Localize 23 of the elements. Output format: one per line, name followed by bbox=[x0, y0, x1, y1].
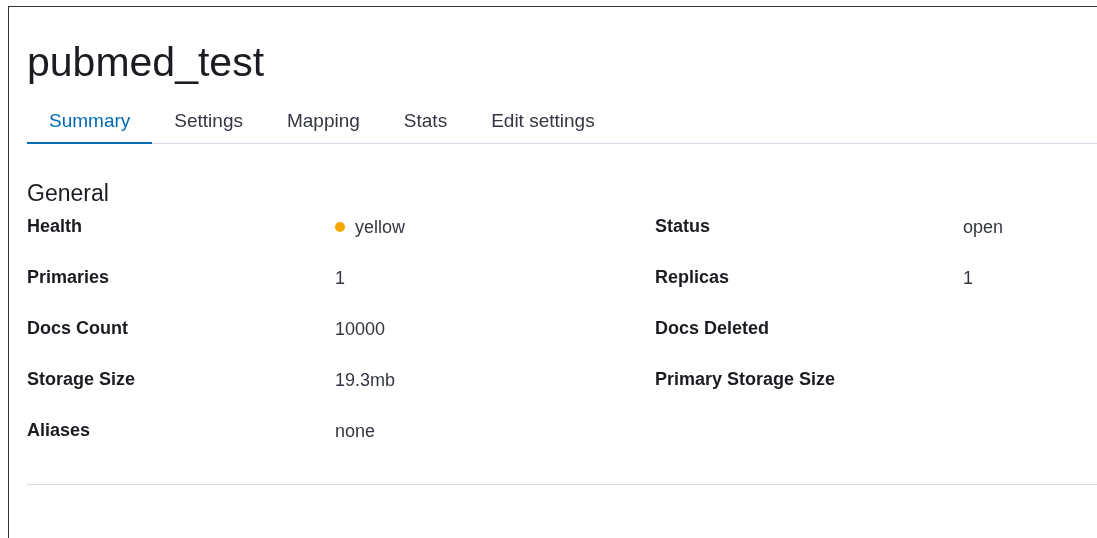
field-value: 19.3mb bbox=[335, 369, 396, 392]
tab[interactable]: Edit settings bbox=[469, 99, 617, 144]
tab[interactable]: Stats bbox=[381, 99, 470, 144]
section-title: General bbox=[27, 180, 110, 207]
field-value: yellow bbox=[355, 216, 406, 239]
field-value: open bbox=[963, 216, 1004, 239]
field-value: 10000 bbox=[335, 318, 386, 341]
tab[interactable]: Mapping bbox=[264, 99, 382, 144]
field-value: 1 bbox=[335, 267, 345, 290]
field-label: Health bbox=[27, 215, 83, 238]
field-label: Storage Size bbox=[27, 368, 137, 391]
field-value: 1 bbox=[963, 267, 973, 290]
field-label: Replicas bbox=[655, 266, 731, 289]
tab[interactable]: Settings bbox=[152, 99, 265, 144]
page-title: pubmed_test bbox=[27, 38, 266, 87]
field-label: Docs Deleted bbox=[655, 317, 771, 340]
field-label: Docs Count bbox=[27, 317, 129, 340]
field-value: none bbox=[335, 420, 376, 443]
tab[interactable]: Summary bbox=[27, 99, 153, 144]
field-label: Aliases bbox=[27, 419, 92, 442]
field-label: Status bbox=[655, 215, 711, 238]
field-label: Primaries bbox=[27, 266, 111, 289]
field-label: Primary Storage Size bbox=[655, 368, 837, 391]
